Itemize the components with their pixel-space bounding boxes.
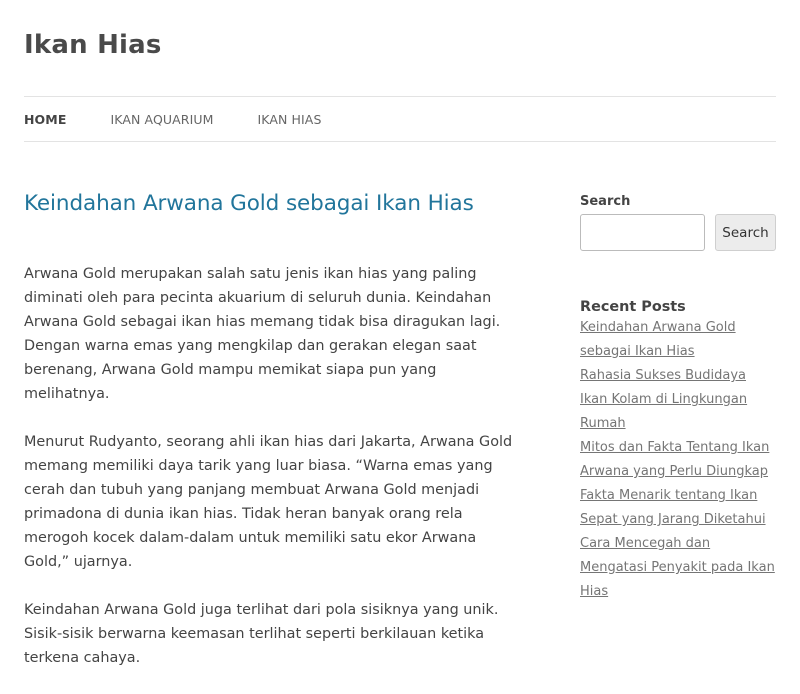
post-paragraph: Menurut Rudyanto, seorang ahli ikan hias… (24, 434, 513, 570)
post-paragraph: Keindahan Arwana Gold juga terlihat dari… (24, 602, 499, 666)
nav-item-ikan-hias[interactable]: IKAN HIAS (257, 112, 321, 127)
list-item: Mitos dan Fakta Tentang Ikan Arwana yang… (580, 436, 776, 484)
recent-post-link[interactable]: Fakta Menarik tentang Ikan Sepat yang Ja… (580, 488, 766, 527)
main-nav: HOME IKAN AQUARIUM IKAN HIAS (24, 96, 776, 142)
recent-posts-title: Recent Posts (580, 299, 686, 315)
post-paragraph: Arwana Gold merupakan salah satu jenis i… (24, 266, 501, 402)
search-label: Search (580, 194, 631, 209)
search-input[interactable] (580, 214, 705, 251)
recent-post-link[interactable]: Keindahan Arwana Gold sebagai Ikan Hias (580, 320, 736, 359)
list-item: Keindahan Arwana Gold sebagai Ikan Hias (580, 316, 776, 364)
main-content: Keindahan Arwana Gold sebagai Ikan Hias … (24, 188, 514, 694)
search-button[interactable]: Search (715, 214, 776, 251)
list-item: Rahasia Sukses Budidaya Ikan Kolam di Li… (580, 364, 776, 436)
nav-item-home[interactable]: HOME (24, 112, 66, 127)
recent-posts-list: Keindahan Arwana Gold sebagai Ikan Hias … (580, 316, 776, 604)
list-item: Cara Mencegah dan Mengatasi Penyakit pad… (580, 532, 776, 604)
search-form: Search (580, 214, 776, 251)
list-item: Fakta Menarik tentang Ikan Sepat yang Ja… (580, 484, 776, 532)
recent-post-link[interactable]: Cara Mencegah dan Mengatasi Penyakit pad… (580, 536, 775, 599)
recent-post-link[interactable]: Mitos dan Fakta Tentang Ikan Arwana yang… (580, 440, 769, 479)
site-title[interactable]: Ikan Hias (24, 30, 162, 60)
post-body: Arwana Gold merupakan salah satu jenis i… (24, 262, 514, 670)
post-title[interactable]: Keindahan Arwana Gold sebagai Ikan Hias (24, 188, 514, 220)
nav-item-ikan-aquarium[interactable]: IKAN AQUARIUM (110, 112, 213, 127)
recent-post-link[interactable]: Rahasia Sukses Budidaya Ikan Kolam di Li… (580, 368, 747, 431)
sidebar: Search Search Recent Posts Keindahan Arw… (580, 194, 776, 604)
